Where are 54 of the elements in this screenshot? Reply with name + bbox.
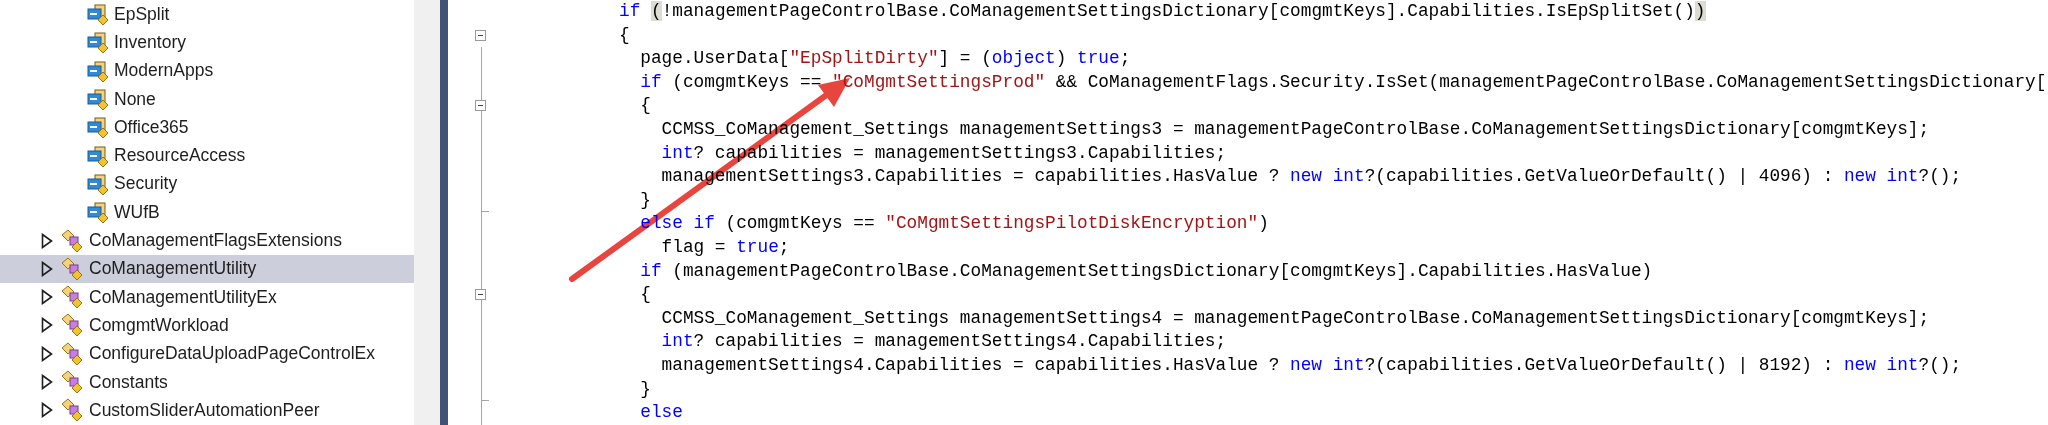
tag-diamond-icon — [60, 341, 84, 366]
expand-triangle-icon[interactable] — [41, 374, 53, 390]
code-line: if (!managementPageControlBase.CoManagementSettingsDictionary[comgmtKeys].Capabilities.IsEpSplitSet()) — [619, 0, 1706, 23]
tree-item[interactable]: ModernApps — [0, 56, 414, 85]
block-diamond-icon — [87, 3, 109, 26]
block-diamond-icon — [87, 144, 109, 167]
tree-item[interactable]: Office365 — [0, 113, 414, 142]
tree-item[interactable]: CustomSliderAutomationPeer — [0, 396, 414, 425]
block-diamond-icon — [87, 59, 109, 82]
tree-item[interactable]: None — [0, 84, 414, 114]
code-line: int? capabilities = managementSettings4.Capabilities; — [660, 330, 1227, 354]
tree-item[interactable]: EpSplit — [0, 0, 414, 29]
tag-diamond-icon — [60, 313, 84, 338]
block-diamond-icon — [87, 31, 109, 54]
block-diamond-icon — [87, 172, 109, 195]
tree-item[interactable]: Constants — [0, 367, 414, 397]
code-line: else — [639, 401, 683, 425]
tree-item[interactable]: ConfigureDataUploadPageControlEx — [0, 339, 414, 368]
tag-diamond-icon — [60, 370, 84, 394]
expand-triangle-icon[interactable] — [41, 317, 53, 334]
code-line: { — [639, 283, 651, 307]
code-line: managementSettings4.Capabilities = capabilities.HasValue ? new int?(capabilities.GetValueOrDefault() | 8192) : new int?(); — [660, 353, 1962, 377]
expand-triangle-icon[interactable] — [41, 232, 53, 249]
tree-item[interactable]: CoManagementUtility — [0, 254, 414, 283]
tree-item[interactable]: CoManagementUtilityEx — [0, 282, 414, 312]
code-line: { — [619, 23, 630, 47]
expand-triangle-icon[interactable] — [41, 289, 53, 306]
code-line: if (comgmtKeys == "CoMgmtSettingsProd" && CoManagementFlags.Security.IsSet(managementPageControlBase.CoManagementSettingsDictionary[ — [639, 70, 2047, 94]
code-line: if (managementPageControlBase.CoManagementSettingsDictionary[comgmtKeys].Capabilities.HasValue) — [639, 259, 1653, 283]
block-diamond-icon — [87, 116, 109, 139]
tree-item[interactable]: ComgmtWorkload — [0, 311, 414, 340]
expand-triangle-icon[interactable] — [41, 345, 53, 362]
tag-diamond-icon — [60, 256, 84, 281]
tag-diamond-icon — [60, 228, 84, 253]
block-diamond-icon — [87, 201, 109, 224]
code-line: { — [639, 94, 651, 118]
code-line: flag = true; — [660, 235, 790, 259]
expand-triangle-icon[interactable] — [41, 260, 53, 277]
tree-item[interactable]: ResourceAccess — [0, 141, 414, 170]
tag-diamond-icon — [60, 285, 84, 310]
collapse-icon[interactable] — [475, 29, 486, 41]
code-line: page.UserData["EpSplitDirty"] = (object) true; — [639, 47, 1131, 71]
code-line: } — [639, 377, 651, 401]
tree-item[interactable]: Security — [0, 169, 414, 199]
collapse-icon[interactable] — [475, 100, 486, 112]
tree-item[interactable]: WUfB — [0, 198, 414, 227]
tag-diamond-icon — [60, 398, 84, 423]
code-line: CCMSS_CoManagement_Settings managementSettings4 = managementPageControlBase.CoManagementSettingsDictionary[comgmtKeys]; — [660, 306, 1930, 330]
block-diamond-icon — [87, 88, 109, 111]
collapse-icon[interactable] — [475, 289, 486, 301]
expand-triangle-icon[interactable] — [41, 402, 53, 419]
code-line: } — [639, 188, 651, 212]
tree-item[interactable]: Inventory — [0, 28, 414, 57]
tree-item[interactable]: CoManagementFlagsExtensions — [0, 226, 414, 255]
